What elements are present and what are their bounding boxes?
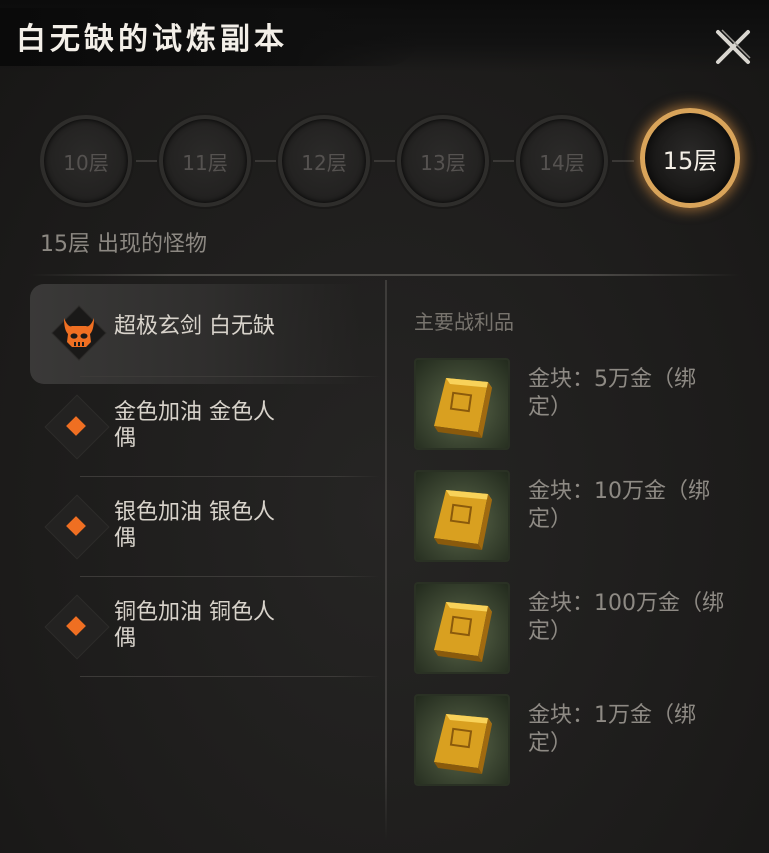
- floor-11-button[interactable]: 11层: [159, 115, 251, 207]
- floor-15-button-selected[interactable]: 15层: [640, 108, 740, 208]
- floor-monsters-heading: 15层 出现的怪物: [40, 232, 207, 257]
- loot-text-line2: 定）: [528, 619, 573, 644]
- floor-connector: [374, 160, 396, 162]
- monster-name-line1: 铜色加油 铜色人: [114, 600, 275, 625]
- separator-line: [80, 376, 380, 377]
- loot-item[interactable]: 金块：100万金（绑 定）: [414, 582, 754, 678]
- loot-text-line1: 金块：1万金（绑: [528, 703, 696, 728]
- loot-text-line2: 定）: [528, 507, 573, 532]
- monster-name-line1: 银色加油 银色人: [114, 500, 275, 525]
- header: 白无缺的试炼副本: [0, 0, 769, 72]
- monster-item-boss[interactable]: 超极玄剑 白无缺: [30, 284, 370, 384]
- floor-14-button[interactable]: 14层: [516, 115, 608, 207]
- loot-item[interactable]: 金块：1万金（绑 定）: [414, 694, 754, 790]
- vertical-divider: [385, 280, 387, 840]
- close-icon[interactable]: [712, 26, 754, 68]
- floor-selector: 10层 11层 12层 13层 14层 15层: [40, 108, 740, 208]
- loot-text-line1: 金块：5万金（绑: [528, 367, 696, 392]
- loot-text: 金块：10万金（绑 定）: [528, 478, 750, 534]
- separator-line: [80, 476, 380, 477]
- loot-text-line1: 金块：10万金（绑: [528, 479, 710, 504]
- loot-text-line1: 金块：100万金（绑: [528, 591, 724, 616]
- trial-dungeon-panel: 白无缺的试炼副本 10层 11层 12层 13层 14层 15层 15层 出现的…: [0, 0, 769, 853]
- item-thumbnail: [414, 694, 510, 786]
- floor-connector: [612, 160, 634, 162]
- monster-name-line1: 金色加油 金色人: [114, 400, 275, 425]
- separator-line: [80, 676, 380, 677]
- monster-name-line2: 偶: [114, 426, 137, 451]
- gold-bar-icon: [434, 602, 492, 662]
- floor-connector: [136, 160, 158, 162]
- loot-heading: 主要战利品: [414, 310, 514, 334]
- loot-item[interactable]: 金块：10万金（绑 定）: [414, 470, 754, 566]
- monster-name-line2: 偶: [114, 526, 137, 551]
- floor-12-button[interactable]: 12层: [278, 115, 370, 207]
- loot-text: 金块：1万金（绑 定）: [528, 702, 750, 758]
- loot-text: 金块：100万金（绑 定）: [528, 590, 750, 646]
- monster-item-silver-doll[interactable]: 银色加油 银色人 偶: [30, 484, 380, 577]
- item-thumbnail: [414, 470, 510, 562]
- gold-bar-icon: [434, 714, 492, 774]
- loot-text-line2: 定）: [528, 395, 573, 420]
- gold-bar-icon: [434, 378, 492, 438]
- loot-text-line2: 定）: [528, 731, 573, 756]
- loot-text: 金块：5万金（绑 定）: [528, 366, 750, 422]
- monster-item-bronze-doll[interactable]: 铜色加油 铜色人 偶: [30, 584, 380, 677]
- page-title: 白无缺的试炼副本: [16, 22, 288, 57]
- separator-line: [80, 576, 380, 577]
- loot-item[interactable]: 金块：5万金（绑 定）: [414, 358, 754, 454]
- monster-name: 银色加油 银色人 偶: [114, 500, 275, 552]
- divider: [30, 274, 740, 276]
- list-separator: [30, 376, 380, 380]
- monster-name-line2: 偶: [114, 626, 137, 651]
- floor-13-button[interactable]: 13层: [397, 115, 489, 207]
- item-thumbnail: [414, 358, 510, 450]
- item-thumbnail: [414, 582, 510, 674]
- floor-connector: [255, 160, 277, 162]
- monster-name: 金色加油 金色人 偶: [114, 400, 275, 452]
- floor-10-button[interactable]: 10层: [40, 115, 132, 207]
- gold-bar-icon: [434, 490, 492, 550]
- floor-connector: [493, 160, 515, 162]
- demon-skull-icon: [51, 305, 107, 361]
- monster-name: 超极玄剑 白无缺: [114, 314, 275, 339]
- monster-name: 铜色加油 铜色人 偶: [114, 600, 275, 652]
- monster-item-gold-doll[interactable]: 金色加油 金色人 偶: [30, 384, 380, 477]
